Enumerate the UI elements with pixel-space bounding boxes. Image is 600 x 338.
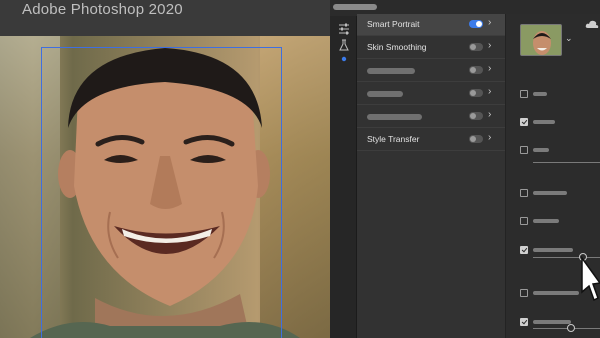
filter-label-placeholder bbox=[367, 68, 415, 74]
panel-icon-strip bbox=[330, 16, 357, 338]
filter-label: Smart Portrait bbox=[367, 19, 420, 29]
mouse-pointer-icon bbox=[581, 256, 600, 302]
property-checkbox[interactable] bbox=[520, 318, 528, 326]
filter-toggle[interactable] bbox=[469, 112, 483, 120]
face-detection-box[interactable] bbox=[41, 47, 282, 338]
sliders-icon[interactable] bbox=[337, 22, 351, 36]
chevron-right-icon[interactable]: › bbox=[488, 40, 491, 51]
reference-thumbnail[interactable] bbox=[520, 24, 562, 56]
property-divider bbox=[533, 162, 600, 163]
neural-filters-list: Smart Portrait › Skin Smoothing › › › › … bbox=[357, 14, 505, 338]
property-label-placeholder bbox=[533, 92, 547, 96]
filter-toggle[interactable] bbox=[469, 20, 483, 28]
filter-toggle[interactable] bbox=[469, 66, 483, 74]
cloud-icon[interactable] bbox=[585, 20, 599, 29]
filter-toggle[interactable] bbox=[469, 135, 483, 143]
property-row[interactable] bbox=[506, 213, 600, 231]
chevron-right-icon[interactable]: › bbox=[488, 109, 491, 120]
filter-row-style-transfer[interactable]: Style Transfer › bbox=[357, 129, 505, 151]
filter-toggle[interactable] bbox=[469, 89, 483, 97]
property-row[interactable] bbox=[506, 314, 600, 332]
property-checkbox[interactable] bbox=[520, 217, 528, 225]
panel-tab-handle[interactable] bbox=[333, 4, 377, 10]
chevron-right-icon[interactable]: › bbox=[488, 17, 491, 28]
property-row[interactable] bbox=[506, 142, 600, 160]
property-row[interactable] bbox=[506, 86, 600, 104]
document-canvas[interactable] bbox=[0, 36, 330, 338]
filter-row-placeholder[interactable]: › bbox=[357, 83, 505, 105]
property-checkbox[interactable] bbox=[520, 118, 528, 126]
filter-toggle[interactable] bbox=[469, 43, 483, 51]
filter-label: Style Transfer bbox=[367, 134, 420, 144]
property-label-placeholder bbox=[533, 148, 549, 152]
property-label-placeholder bbox=[533, 291, 579, 295]
property-label-placeholder bbox=[533, 320, 571, 324]
property-checkbox[interactable] bbox=[520, 289, 528, 297]
property-checkbox[interactable] bbox=[520, 189, 528, 197]
chevron-down-icon[interactable]: ⌄ bbox=[565, 33, 573, 44]
chevron-right-icon[interactable]: › bbox=[488, 132, 491, 143]
beaker-icon[interactable] bbox=[337, 38, 351, 52]
chevron-right-icon[interactable]: › bbox=[488, 63, 491, 74]
property-slider-knob[interactable] bbox=[567, 324, 575, 332]
filter-label: Skin Smoothing bbox=[367, 42, 427, 52]
thumbnail-face bbox=[521, 25, 561, 55]
filter-label-placeholder bbox=[367, 91, 403, 97]
property-label-placeholder bbox=[533, 191, 567, 195]
filter-row-placeholder[interactable]: › bbox=[357, 60, 505, 82]
filter-row-skin-smoothing[interactable]: Skin Smoothing › bbox=[357, 37, 505, 59]
property-checkbox[interactable] bbox=[520, 146, 528, 154]
property-row[interactable] bbox=[506, 114, 600, 132]
dot-indicator-icon bbox=[341, 56, 347, 62]
property-row[interactable] bbox=[506, 185, 600, 203]
title-bar: Adobe Photoshop 2020 bbox=[0, 0, 330, 36]
filter-row-smart-portrait[interactable]: Smart Portrait › bbox=[357, 14, 505, 36]
chevron-right-icon[interactable]: › bbox=[488, 86, 491, 97]
property-label-placeholder bbox=[533, 248, 573, 252]
app-title: Adobe Photoshop 2020 bbox=[22, 1, 183, 18]
filter-label-placeholder bbox=[367, 114, 422, 120]
property-label-placeholder bbox=[533, 219, 559, 223]
property-label-placeholder bbox=[533, 120, 555, 124]
property-checkbox[interactable] bbox=[520, 246, 528, 254]
filter-row-placeholder[interactable]: › bbox=[357, 106, 505, 128]
property-checkbox[interactable] bbox=[520, 90, 528, 98]
